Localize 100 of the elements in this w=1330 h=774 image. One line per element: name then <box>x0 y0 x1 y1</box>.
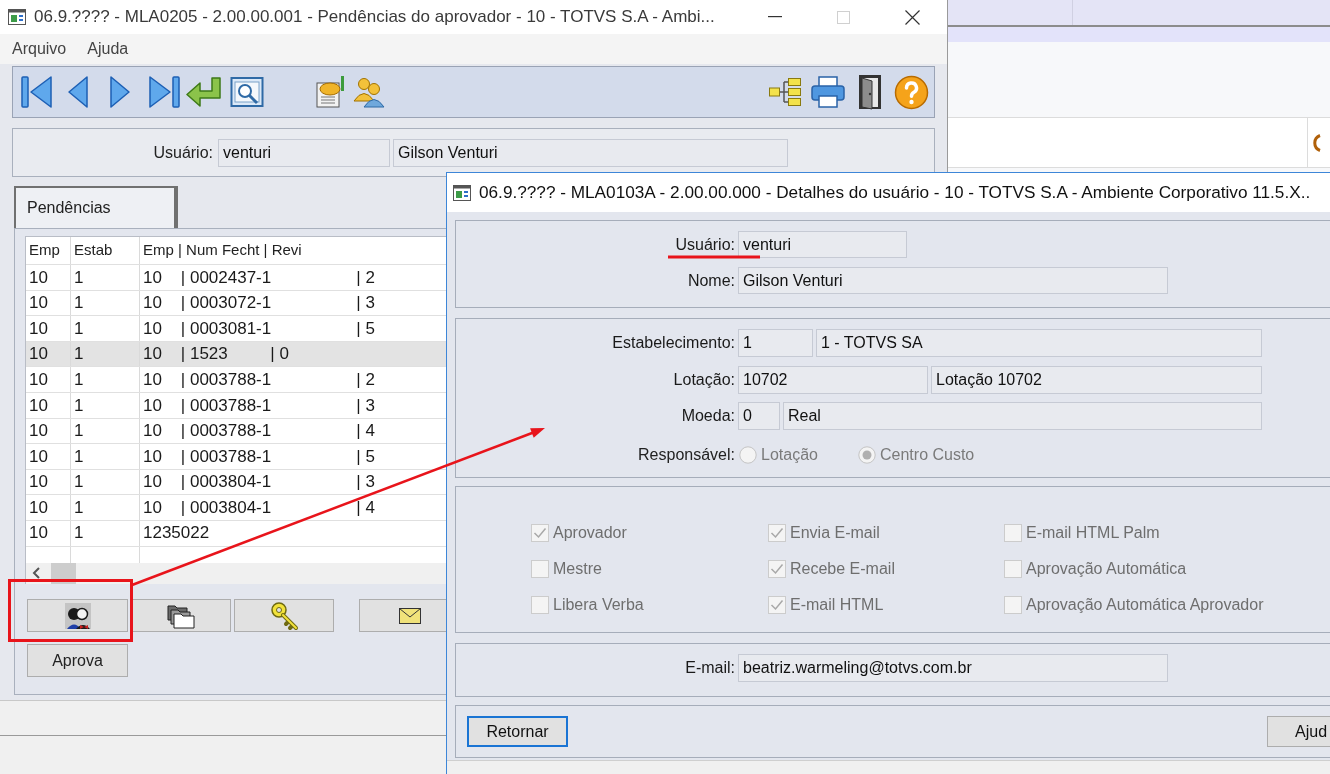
action-button[interactable] <box>131 599 231 632</box>
table-cell: 1 <box>71 265 140 290</box>
approve-button[interactable]: Aprova <box>27 644 128 677</box>
menu-item[interactable]: Ajuda <box>87 37 129 61</box>
window-title: 06.9.???? - MLA0205 - 2.00.00.001 - Pendências do aprovador - 10 - TOTVS S.A - Ambi... <box>34 6 715 29</box>
action-button[interactable] <box>359 599 446 632</box>
field-label: Responsável: <box>637 445 735 465</box>
table-cell-text: 10 | 0003788-1 | 5 <box>142 445 376 468</box>
action-button[interactable] <box>27 599 128 632</box>
dialog-button[interactable]: Ajud <box>1267 716 1330 747</box>
table-cell-text: 10 | 0003788-1 | 4 <box>142 420 376 443</box>
table-cell: 10 <box>26 392 71 418</box>
table-row[interactable]: 10 1 10 | 0002437-1 | 2 <box>26 264 446 290</box>
radio-label: Centro Custo <box>880 445 975 465</box>
maximize-icon <box>837 10 850 24</box>
table-cell-text: 10 | 0002437-1 | 2 <box>142 266 376 289</box>
table-cell: 1 <box>71 316 140 341</box>
table-cell: 10 <box>26 444 71 469</box>
text-field[interactable]: Real <box>783 402 1262 430</box>
table-cell: 1 <box>71 520 140 546</box>
field-label: Nome: <box>686 270 735 291</box>
table-row[interactable]: 10 1 1235022 <box>26 519 446 546</box>
table-cell: 1 <box>71 444 140 469</box>
table-cell-text: 10 | 0003804-1 | 4 <box>142 496 376 519</box>
enter-arrow-icon[interactable] <box>186 76 222 108</box>
checkbox-label: Aprovador <box>553 523 627 543</box>
document-hand-icon[interactable] <box>313 75 347 109</box>
tab[interactable]: Pendências <box>14 186 178 228</box>
table-row[interactable]: 10 1 10 | 0003788-1 | 4 <box>26 417 446 444</box>
table-cell: 10 <box>26 520 71 546</box>
app-icon <box>453 184 471 201</box>
table-row[interactable]: 10 1 10 | 0003788-1 | 2 <box>26 366 446 392</box>
table-cell: 10 <box>26 265 71 290</box>
field-label: Moeda: <box>680 406 735 426</box>
horizontal-scrollbar[interactable] <box>26 562 446 584</box>
checkbox-label: E-mail HTML Palm <box>1026 523 1160 543</box>
text-field[interactable]: beatriz.warmeling@totvs.com.br <box>738 654 1168 682</box>
minimize-icon <box>767 16 782 18</box>
table-cell-text: 10 | 0003788-1 | 3 <box>142 394 376 417</box>
people-icon <box>64 602 91 629</box>
table-cell: 10 <box>26 367 71 392</box>
text-field[interactable]: 0 <box>738 402 780 430</box>
table-cell: 1 <box>71 495 140 520</box>
table-cell-text: 10 | 0003081-1 | 5 <box>142 317 376 340</box>
key-icon <box>269 600 299 631</box>
next-icon[interactable] <box>108 74 132 110</box>
magnifier-window-icon[interactable] <box>230 76 264 108</box>
checkbox-label: Libera Verba <box>553 595 644 615</box>
text-field[interactable]: 1 - TOTVS SA <box>816 329 1262 357</box>
close-icon <box>905 9 920 25</box>
table-row[interactable]: 10 1 10 | 0003788-1 | 3 <box>26 391 446 418</box>
scrollbar-thumb[interactable] <box>51 562 76 584</box>
last-record-icon[interactable] <box>147 74 181 110</box>
table-row[interactable]: 10 1 10 | 0003788-1 | 5 <box>26 443 446 469</box>
table-row[interactable]: 10 1 10 | 1523 | 0 <box>26 340 446 367</box>
text-field[interactable]: Gilson Venturi <box>393 138 788 167</box>
text-field[interactable]: 10702 <box>738 366 928 394</box>
table-cell-text: 10 | 0003804-1 | 3 <box>142 471 376 494</box>
chevron-left-icon[interactable] <box>32 567 40 580</box>
table-cell-text: 10 | 0003072-1 | 3 <box>142 292 376 315</box>
table-row[interactable]: 10 1 10 | 0003804-1 | 4 <box>26 494 446 520</box>
first-record-icon[interactable] <box>20 74 54 110</box>
checkbox-label: E-mail HTML <box>790 595 884 615</box>
field-label: E-mail: <box>684 658 735 678</box>
cut-off-icon <box>1313 133 1321 152</box>
table-cell-text: 10 | 0003788-1 | 2 <box>142 368 376 391</box>
folders-icon <box>167 602 195 629</box>
tree-icon[interactable] <box>768 77 802 107</box>
field-label: Usuário: <box>152 142 213 163</box>
dialog-title: 06.9.???? - MLA0103A - 2.00.00.000 - Detalhes do usuário - 10 - TOTVS S.A - Ambiente Corporativo 11.5.X.. <box>479 180 1311 204</box>
table-cell: 10 <box>26 495 71 520</box>
checkbox-label: Aprovação Automática <box>1026 559 1187 579</box>
radio-label: Lotação <box>761 445 818 465</box>
printer-icon[interactable] <box>810 75 846 109</box>
text-field[interactable]: 1 <box>738 329 813 357</box>
table-cell: 1 <box>71 392 140 418</box>
envelope-icon <box>399 607 421 624</box>
dialog-button[interactable]: Retornar <box>467 716 568 747</box>
users-icon[interactable] <box>352 75 386 109</box>
table-cell-text: 10 | 1523 | 0 <box>142 343 290 366</box>
checkbox-label: Envia E-mail <box>790 523 880 543</box>
field-label: Usuário: <box>674 234 735 255</box>
table-cell-text: 1235022 <box>142 522 211 545</box>
menu-item[interactable]: Arquivo <box>12 37 67 61</box>
table-row[interactable]: 10 1 10 | 0003081-1 | 5 <box>26 315 446 341</box>
text-field[interactable]: Gilson Venturi <box>738 267 1168 294</box>
column-header[interactable]: Emp | Num Fecht | Revi <box>140 237 446 264</box>
table-row[interactable]: 10 1 10 | 0003804-1 | 3 <box>26 468 446 495</box>
previous-icon[interactable] <box>66 74 90 110</box>
table-row[interactable]: 10 1 10 | 0003072-1 | 3 <box>26 289 446 316</box>
text-field[interactable]: venturi <box>738 231 907 258</box>
table-cell: 10 <box>26 316 71 341</box>
text-field[interactable]: venturi <box>218 138 390 167</box>
field-label: Lotação: <box>672 370 735 390</box>
help-icon[interactable] <box>894 74 929 110</box>
checkbox-label: Aprovação Automática Aprovador <box>1026 595 1264 615</box>
checkbox-label: Recebe E-mail <box>790 559 895 579</box>
text-field[interactable]: Lotação 10702 <box>931 366 1262 394</box>
table-cell: 1 <box>71 367 140 392</box>
checkbox-label: Mestre <box>553 559 602 579</box>
